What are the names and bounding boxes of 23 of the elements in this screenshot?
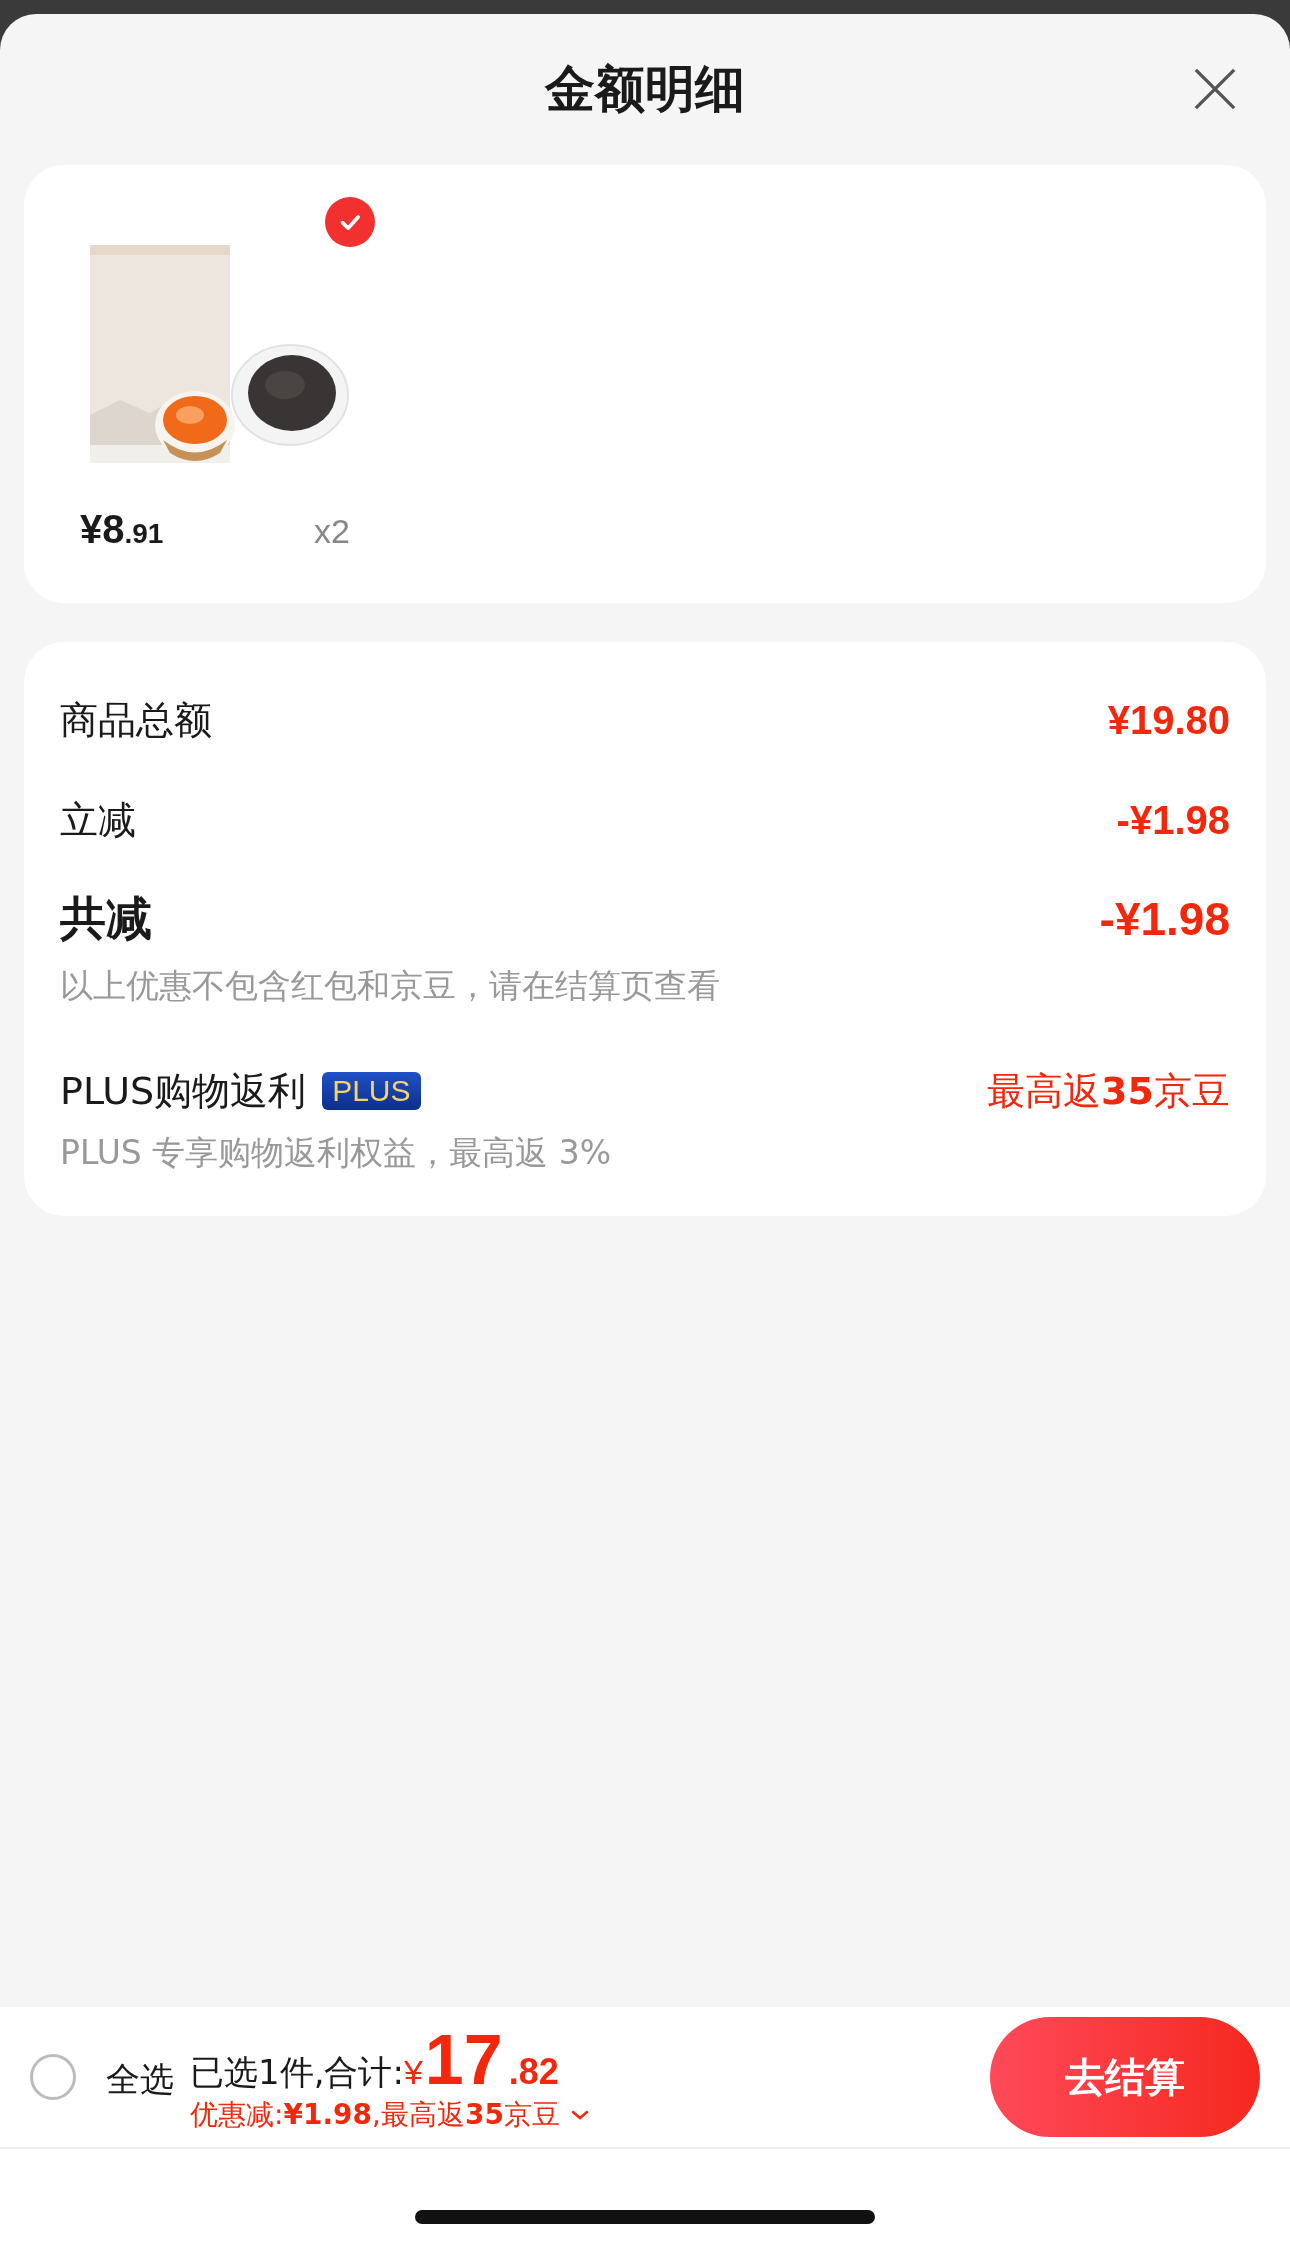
select-all-label[interactable]: 全选 bbox=[106, 2057, 174, 2103]
close-icon[interactable] bbox=[1192, 66, 1238, 112]
rebate-label: PLUS购物返利 bbox=[60, 1067, 307, 1115]
discount-note: 以上优惠不包含红包和京豆，请在结算页查看 bbox=[60, 965, 721, 1007]
select-all-radio[interactable] bbox=[30, 2054, 76, 2100]
selected-check-icon[interactable] bbox=[325, 197, 375, 247]
rebate-value: 最高返35京豆 bbox=[987, 1067, 1230, 1115]
summary-label: 商品总额 bbox=[60, 696, 212, 744]
item-price: ¥8.91 bbox=[80, 507, 165, 552]
plus-badge: PLUS bbox=[322, 1072, 421, 1110]
selected-summary: 已选1件,合计: bbox=[190, 2051, 404, 2094]
summary-label: 立减 bbox=[60, 796, 136, 844]
item-quantity: x2 bbox=[314, 512, 350, 551]
savings-text: 优惠减:¥1.98,最高返35京豆 bbox=[190, 2097, 560, 2133]
sheet-title: 金额明细 bbox=[545, 59, 745, 120]
rebate-note: PLUS 专享购物返利权益，最高返 3% bbox=[60, 1132, 613, 1174]
summary-amount: -¥1.98 bbox=[1116, 797, 1230, 843]
discount-total-amount: -¥1.98 bbox=[1099, 892, 1230, 946]
summary-amount: ¥19.80 bbox=[1107, 697, 1230, 743]
discount-total-label: 共减 bbox=[60, 890, 152, 947]
checkout-button[interactable]: 去结算 bbox=[990, 2017, 1260, 2137]
total-price: ¥17.82 bbox=[403, 2020, 559, 2100]
chevron-down-icon[interactable] bbox=[569, 2109, 590, 2121]
